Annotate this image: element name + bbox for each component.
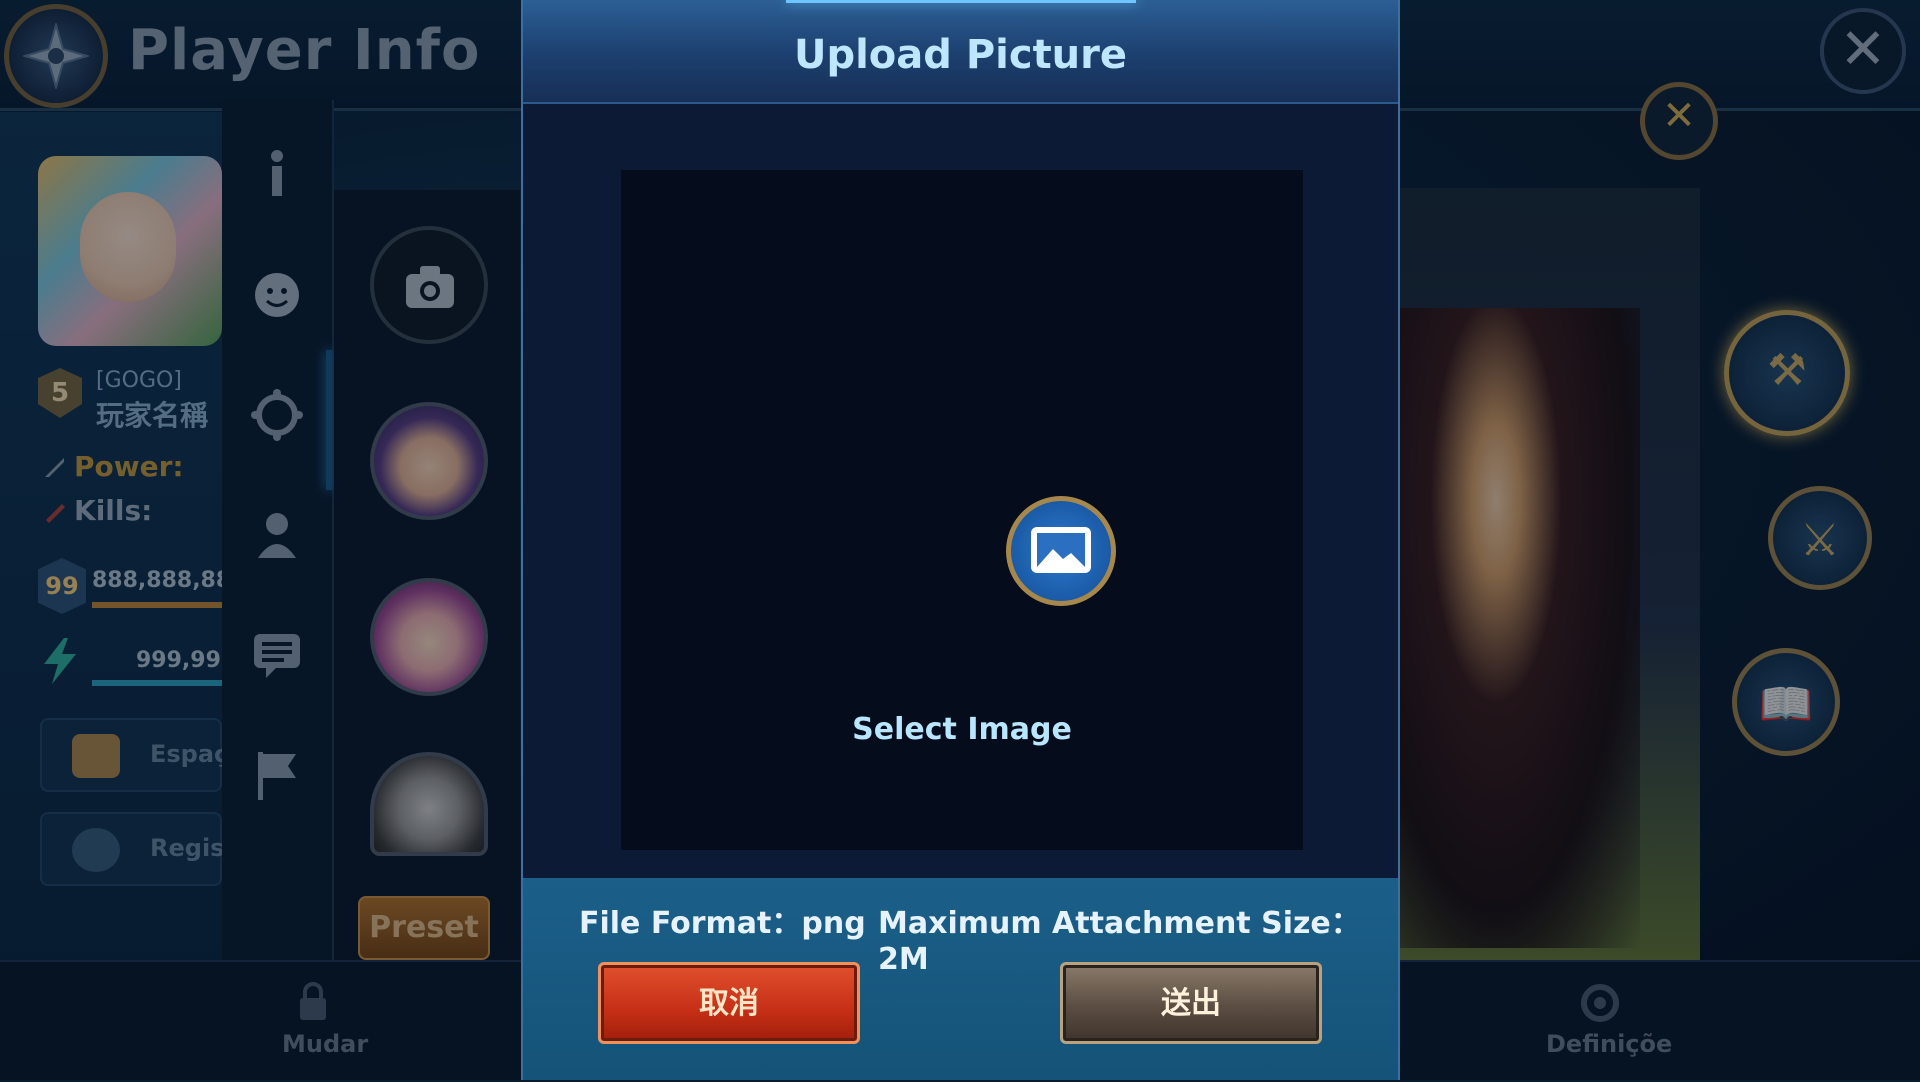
close-panel-button[interactable]: ✕ [1640, 82, 1718, 160]
book-icon: 📖 [1758, 679, 1814, 731]
pickaxe-icon: ⚒ [1767, 345, 1807, 397]
select-image-button[interactable] [1006, 496, 1116, 606]
avatar-option[interactable] [370, 752, 488, 856]
face-icon [255, 273, 299, 317]
upload-picture-dialog: Upload Picture Select Image File Format：… [521, 0, 1400, 1080]
space-button[interactable]: Espaç [40, 718, 228, 792]
avatar-list: Preset [334, 190, 520, 970]
camera-icon [406, 266, 454, 308]
image-preview-area[interactable]: Select Image [621, 170, 1303, 850]
page-title: Player Info [128, 18, 481, 83]
active-tab-indicator [326, 350, 332, 490]
sword-icon [42, 454, 68, 480]
dialog-body: Select Image [523, 104, 1398, 878]
select-image-label[interactable]: Select Image [621, 712, 1303, 747]
lock-icon [300, 982, 326, 1020]
stat-bar-b [92, 680, 222, 686]
upload-avatar-button[interactable] [370, 226, 488, 344]
frame-tab[interactable] [242, 380, 312, 450]
player-avatar[interactable] [38, 156, 222, 346]
player-name: 玩家名稱 [96, 399, 209, 432]
character-tab[interactable] [242, 500, 312, 570]
dialog-header: Upload Picture [523, 0, 1398, 104]
pickaxe-skill-button[interactable]: ⚒ [1724, 310, 1850, 436]
guild-tag: [GOGO] [96, 368, 182, 393]
level-badge: 5 [38, 368, 82, 418]
dialog-title: Upload Picture [793, 32, 1128, 78]
record-button[interactable]: Regist [40, 812, 236, 886]
preset-button[interactable]: Preset [358, 896, 490, 960]
chat-icon [254, 634, 300, 678]
power-stat: Power: [42, 450, 184, 483]
lightning-icon [44, 638, 76, 684]
profile-panel: 5 [GOGO] 玩家名稱 Power: Kills: 99 888,888,8… [0, 112, 246, 972]
flag-icon [258, 752, 296, 800]
close-icon: ✕ [1662, 93, 1696, 139]
file-format-info: File Format：png [579, 906, 866, 941]
avatar-tab[interactable] [242, 260, 312, 330]
book-button[interactable]: 📖 [1732, 648, 1840, 756]
chat-tab[interactable] [242, 620, 312, 690]
rank-badge: 99 [38, 558, 86, 614]
blade-icon [42, 498, 68, 524]
magnifier-icon [72, 828, 120, 872]
nav-settings[interactable]: Definiçõe [1546, 1030, 1672, 1058]
stat-bar-a [92, 602, 222, 608]
close-page-button[interactable]: ✕ [1820, 8, 1906, 94]
swords-icon: ⚔ [1800, 515, 1840, 567]
frame-icon [251, 389, 303, 441]
avatar-option[interactable] [370, 402, 488, 520]
flag-tab[interactable] [242, 740, 312, 810]
gear-icon [1581, 984, 1619, 1022]
avatar-option[interactable] [370, 578, 488, 696]
crossed-swords-button[interactable]: ⚔ [1768, 486, 1872, 590]
image-icon [1031, 527, 1091, 573]
emblem-icon [4, 4, 108, 108]
hero-showcase [1400, 188, 1700, 980]
dialog-footer: File Format：png Maximum Attachment Size：… [523, 878, 1398, 1080]
profile-card-icon [72, 734, 120, 778]
tab-column [222, 100, 334, 980]
person-icon [258, 513, 296, 558]
nav-change[interactable]: Mudar [282, 1030, 368, 1058]
kills-stat: Kills: [42, 494, 152, 527]
info-tab[interactable] [242, 140, 312, 210]
send-button[interactable]: 送出 [1060, 962, 1322, 1044]
hero-illustration [1400, 308, 1640, 948]
close-icon: ✕ [1839, 17, 1887, 82]
info-icon [271, 150, 283, 196]
cancel-button[interactable]: 取消 [598, 962, 860, 1044]
